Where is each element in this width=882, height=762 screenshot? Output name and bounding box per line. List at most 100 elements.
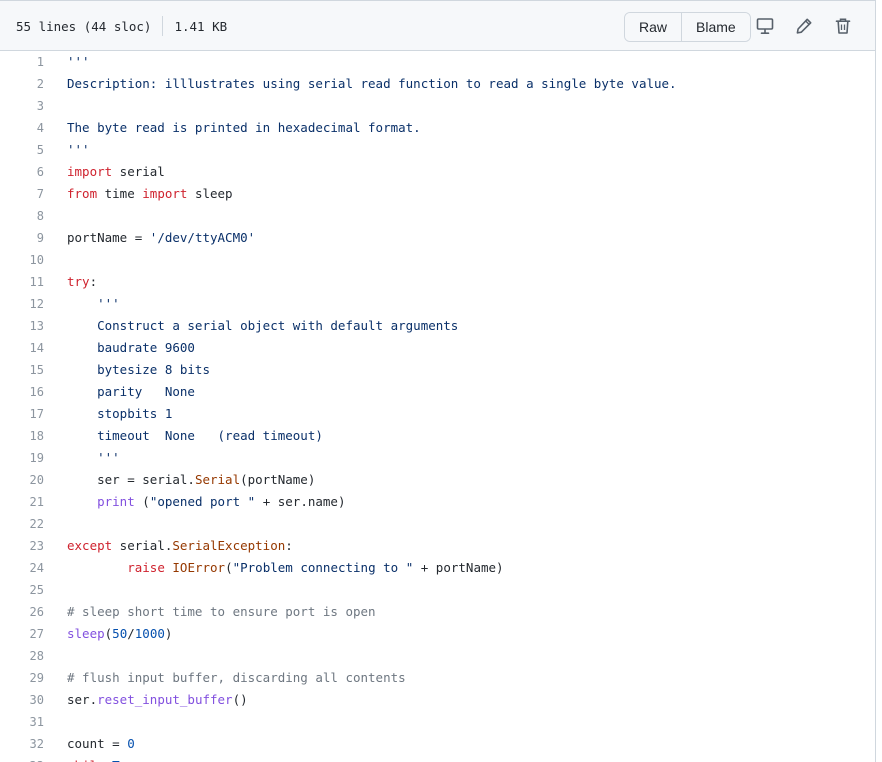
line-number[interactable]: 19 [0,447,44,469]
code-line: 22 [0,513,875,535]
line-number[interactable]: 30 [0,689,44,711]
code-token: ''' [67,450,120,465]
line-number[interactable]: 4 [0,117,44,139]
code-token: (portName) [240,472,316,487]
file-info: 55 lines (44 sloc) 1.41 KB [16,1,227,51]
code-line: 20 ser = serial.Serial(portName) [0,469,875,491]
code-token: import [67,164,113,179]
code-token: Serial [194,472,241,487]
line-content: portName = '/dev/ttyACM0' [67,227,255,249]
line-number[interactable]: 12 [0,293,44,315]
line-number[interactable]: 9 [0,227,44,249]
code-token: # sleep short time to ensure port is ope… [67,604,376,619]
trash-icon[interactable] [832,15,854,37]
code-line: 27 sleep(50/1000) [0,623,875,645]
line-number[interactable]: 32 [0,733,44,755]
line-number[interactable]: 20 [0,469,44,491]
code-token: 50 [112,626,128,641]
line-content: ''' [67,51,90,73]
code-line: 7 from time import sleep [0,183,875,205]
line-number[interactable]: 22 [0,513,44,535]
code-token: portName = [67,230,150,245]
code-token: # flush input buffer, discarding all con… [67,670,406,685]
code-line: 16 parity None [0,381,875,403]
line-number[interactable]: 28 [0,645,44,667]
code-token: 1000 [134,626,165,641]
line-number[interactable]: 33 [0,755,44,762]
line-number[interactable]: 8 [0,205,44,227]
line-number[interactable]: 26 [0,601,44,623]
code-token: baudrate 9600 [67,340,195,355]
line-content: bytesize 8 bits [67,359,210,381]
code-line: 33 while True: [0,755,875,762]
file-size: 1.41 KB [174,18,228,34]
line-content: ser.reset_input_buffer() [67,689,248,711]
line-number[interactable]: 10 [0,249,44,271]
line-number[interactable]: 17 [0,403,44,425]
code-token: bytesize 8 bits [67,362,210,377]
line-number[interactable]: 31 [0,711,44,733]
line-number[interactable]: 2 [0,73,44,95]
line-number[interactable]: 11 [0,271,44,293]
code-token: timeout None (read timeout) [67,428,323,443]
code-token: SerialException [172,538,286,553]
code-token: ( [225,560,233,575]
line-content: Construct a serial object with default a… [67,315,458,337]
code-token: count = [67,736,128,751]
line-number[interactable]: 29 [0,667,44,689]
line-number[interactable]: 5 [0,139,44,161]
code-line: 25 [0,579,875,601]
line-number[interactable]: 7 [0,183,44,205]
code-line: 24 raise IOError("Problem connecting to … [0,557,875,579]
code-token: True [112,758,142,762]
raw-button[interactable]: Raw [625,13,682,41]
line-number[interactable]: 13 [0,315,44,337]
code-token: : [142,758,150,762]
line-number[interactable]: 24 [0,557,44,579]
line-number[interactable]: 14 [0,337,44,359]
line-number[interactable]: 15 [0,359,44,381]
line-number[interactable]: 3 [0,95,44,117]
line-number[interactable]: 25 [0,579,44,601]
code-line: 13 Construct a serial object with defaul… [0,315,875,337]
code-token: sleep [67,626,105,641]
code-line: 5 ''' [0,139,875,161]
line-content: from time import sleep [67,183,233,205]
line-number[interactable]: 21 [0,491,44,513]
code-line: 14 baudrate 9600 [0,337,875,359]
code-line: 26 # sleep short time to ensure port is o… [0,601,875,623]
pencil-icon[interactable] [793,15,815,37]
code-token: print [97,494,135,509]
line-number[interactable]: 18 [0,425,44,447]
code-line: 18 timeout None (read timeout) [0,425,875,447]
code-line: 1 ''' [0,51,875,73]
line-content: parity None [67,381,195,403]
line-content: baudrate 9600 [67,337,195,359]
code-token: ''' [67,296,120,311]
blame-button[interactable]: Blame [681,13,750,41]
code-line: 30 ser.reset_input_buffer() [0,689,875,711]
code-token: : [285,538,293,553]
code-line: 11 try: [0,271,875,293]
code-line: 6 import serial [0,161,875,183]
code-token: ''' [67,54,90,69]
line-number[interactable]: 1 [0,51,44,73]
line-number[interactable]: 23 [0,535,44,557]
code-line: 2 Description: illlustrates using serial … [0,73,875,95]
line-content: print ("opened port " + ser.name) [67,491,345,513]
code-line: 8 [0,205,875,227]
line-number[interactable]: 16 [0,381,44,403]
code-token: parity None [67,384,195,399]
code-token: serial [112,164,165,179]
desktop-icon[interactable] [754,15,776,37]
line-content: raise IOError("Problem connecting to " +… [67,557,503,579]
line-number[interactable]: 6 [0,161,44,183]
code-line: 15 bytesize 8 bits [0,359,875,381]
line-content: ''' [67,447,120,469]
code-line: 28 [0,645,875,667]
code-token: ser = serial. [67,472,195,487]
line-number[interactable]: 27 [0,623,44,645]
file-viewer: 55 lines (44 sloc) 1.41 KB Raw Blame 1 '… [0,0,876,762]
code-token: + ser.name) [255,494,346,509]
code-token: try [67,274,90,289]
